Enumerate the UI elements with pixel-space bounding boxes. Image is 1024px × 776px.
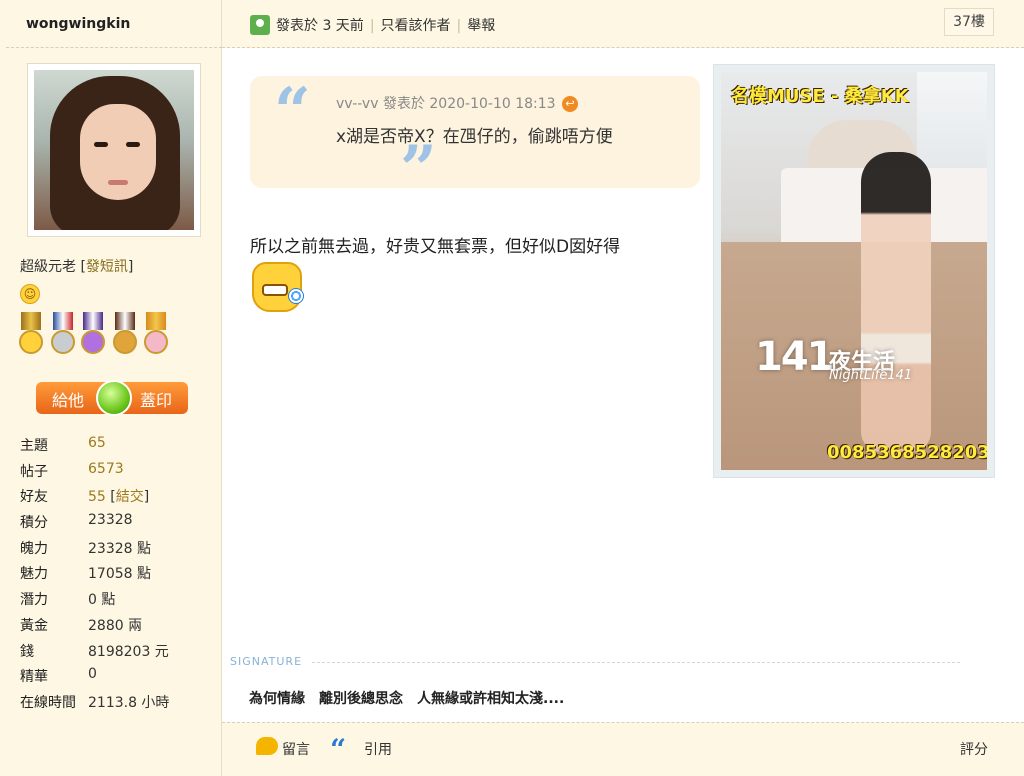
avatar[interactable] — [27, 63, 201, 237]
stat-label: 精華 — [20, 669, 48, 686]
grinning-star-lollipop-icon — [252, 262, 304, 314]
stamp-label-left: 給他 — [52, 391, 85, 410]
stat-value: 8198203 元 — [88, 643, 169, 660]
quote-meta: vv--vv 發表於 2020-10-10 18:13 ↩ — [336, 93, 579, 113]
ad-logo-en: NightLife141 — [829, 368, 913, 383]
stat-value-link[interactable]: 65 — [88, 435, 106, 451]
stat-label: 主題 — [20, 438, 48, 454]
post-meta: 發表於 3 天前 | 只看該作者 | 舉報 — [276, 18, 496, 34]
quote-button[interactable]: 引用 — [364, 739, 392, 759]
add-friend-link[interactable]: 結交 — [116, 489, 144, 505]
ad-banner[interactable]: 名模MUSE - 桑拿KK 141 夜生活 NightLife141 00853… — [713, 64, 995, 478]
send-pm-link[interactable]: 發短訊 — [86, 259, 128, 275]
stat-value: 23328 — [88, 512, 133, 529]
open-quote-icon: “ — [274, 74, 311, 149]
only-author-link[interactable]: 只看該作者 — [381, 18, 451, 34]
stat-label: 黃金 — [20, 617, 48, 634]
report-link[interactable]: 舉報 — [467, 18, 495, 34]
medal-purple-icon[interactable] — [80, 312, 106, 358]
author-name-bar: wongwingkin — [6, 0, 222, 48]
stat-friends: 好友 55 [結交] — [20, 484, 216, 510]
stat-friends-value: 55 [結交] — [88, 489, 150, 506]
medal-heart-icon[interactable] — [143, 312, 169, 358]
signature-divider — [312, 662, 960, 663]
author-stats: 主題 65 帖子 6573 好友 55 [結交] 積分 23328 魄力 233… — [20, 433, 216, 716]
stat-label: 魄力 — [20, 540, 48, 557]
stat-digest: 精華 0 — [20, 664, 216, 690]
avatar-image[interactable] — [34, 70, 194, 230]
medal-sun-icon[interactable] — [18, 312, 44, 358]
online-status-icon: ☺ — [20, 284, 40, 304]
author-panel: wongwingkin 超級元老 [發短訊] ☺ 給他 蓋印 主題 65 帖子 … — [0, 0, 222, 776]
post-body-text: 所以之前無去過，好贵又無套票，但好似D囡好得 — [250, 237, 621, 257]
author-username[interactable]: wongwingkin — [26, 16, 130, 32]
stat-online-time: 在線時間 2113.8 小時 — [20, 690, 216, 716]
stat-value-link[interactable]: 6573 — [88, 461, 124, 477]
post-author-icon — [250, 15, 270, 35]
stat-charm: 魅力 17058 點 — [20, 561, 216, 587]
rank-title: 超級元老 — [20, 259, 76, 275]
avatar-eye-right — [126, 142, 140, 147]
signature-label: SIGNATURE — [230, 655, 303, 668]
stamp-ball-icon — [96, 380, 132, 416]
stat-power: 魄力 23328 點 — [20, 536, 216, 562]
stat-value: 0 — [88, 666, 97, 683]
floor-number[interactable]: 37樓 — [944, 8, 994, 36]
ad-image[interactable]: 名模MUSE - 桑拿KK 141 夜生活 NightLife141 00853… — [721, 72, 987, 470]
comment-icon[interactable] — [256, 737, 278, 755]
stat-value: 23328 點 — [88, 540, 151, 557]
stat-label: 好友 — [20, 489, 48, 506]
post-actions: 留言 “ 引用 評分 — [222, 722, 1024, 776]
stat-value: 17058 點 — [88, 566, 151, 583]
stat-label: 魅力 — [20, 566, 48, 583]
stamp-label-right: 蓋印 — [139, 391, 172, 410]
post-time: 發表於 3 天前 — [276, 18, 364, 34]
medal-gold-icon[interactable] — [112, 312, 138, 358]
ad-logo-number: 141 — [755, 334, 834, 380]
avatar-eye-left — [94, 142, 108, 147]
quote-block: “ ” vv--vv 發表於 2020-10-10 18:13 ↩ x湖是否帝X… — [250, 74, 700, 202]
stat-label: 錢 — [20, 643, 34, 660]
stat-threads: 主題 65 — [20, 433, 216, 459]
stat-posts: 帖子 6573 — [20, 459, 216, 485]
stat-value: 2113.8 小時 — [88, 694, 170, 711]
give-stamp-button[interactable]: 給他 蓋印 — [36, 380, 188, 416]
post-header: 發表於 3 天前 | 只看該作者 | 舉報 37樓 — [222, 0, 1024, 48]
stat-label: 潛力 — [20, 592, 48, 609]
stat-potential: 潛力 0 點 — [20, 587, 216, 613]
stat-label: 帖子 — [20, 463, 48, 480]
rate-button[interactable]: 評分 — [960, 739, 988, 759]
quote-icon[interactable]: “ — [330, 733, 346, 766]
stat-value: 0 點 — [88, 592, 116, 609]
stat-money: 錢 8198203 元 — [20, 639, 216, 665]
signature-text: 為何情緣 離別後總思念 人無緣或許相知太淺.... — [249, 691, 565, 707]
stat-value: 2880 兩 — [88, 617, 143, 634]
ad-title: 名模MUSE - 桑拿KK — [731, 86, 909, 107]
quote-text: x湖是否帝X？在乪仔的，偷跳唔方便 — [336, 127, 613, 147]
quote-author-line: vv--vv 發表於 2020-10-10 18:13 — [336, 96, 556, 112]
ad-model-figure — [861, 152, 931, 452]
avatar-mouth — [108, 180, 128, 185]
jump-to-quoted-icon[interactable]: ↩ — [562, 96, 579, 112]
avatar-face — [80, 104, 156, 200]
stat-label: 在線時間 — [20, 694, 76, 711]
comment-button[interactable]: 留言 — [282, 739, 310, 759]
ad-phone: 0085368528203 — [827, 442, 987, 463]
stat-credits: 積分 23328 — [20, 510, 216, 536]
rank-line: 超級元老 [發短訊] — [20, 259, 134, 275]
stat-gold: 黃金 2880 兩 — [20, 613, 216, 639]
medal-silver-icon[interactable] — [50, 312, 76, 358]
friends-count-link[interactable]: 55 — [88, 489, 106, 505]
stat-label: 積分 — [20, 515, 48, 532]
